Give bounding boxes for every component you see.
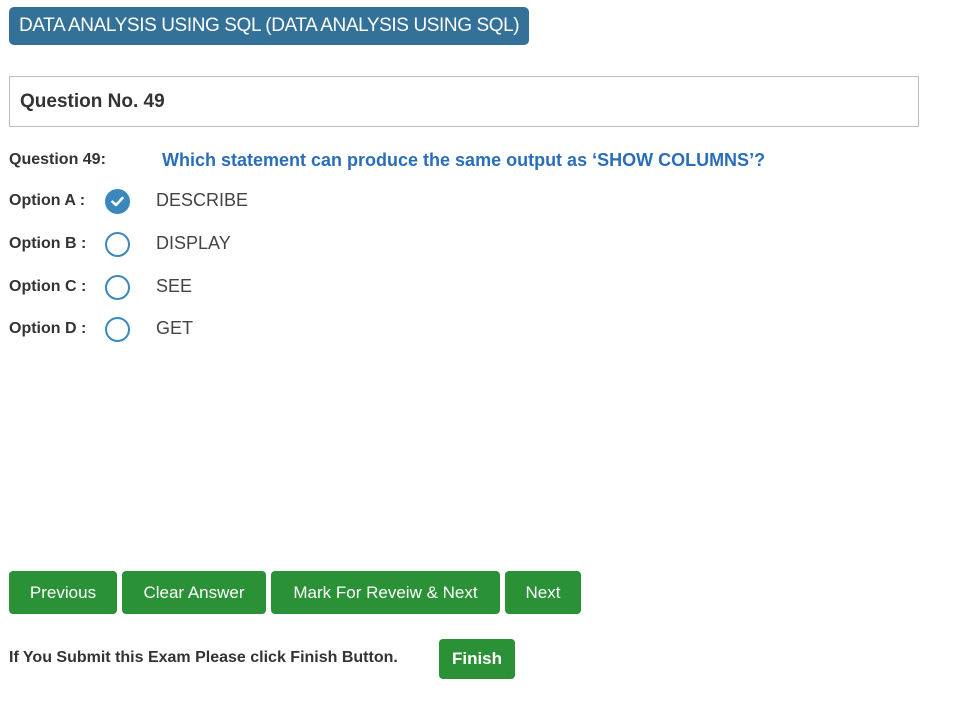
- option-d-label: Option D :: [9, 320, 87, 337]
- option-c-label: Option C :: [9, 278, 87, 295]
- option-c-radio[interactable]: [105, 275, 130, 300]
- option-a-radio-checked[interactable]: [105, 189, 130, 214]
- option-d[interactable]: Option D : GET: [9, 317, 409, 345]
- option-c[interactable]: Option C : SEE: [9, 275, 409, 303]
- next-button[interactable]: Next: [505, 571, 581, 614]
- question-number-heading: Question No. 49: [20, 91, 165, 112]
- mark-review-next-button[interactable]: Mark For Reveiw & Next: [271, 571, 500, 614]
- option-b-text: DISPLAY: [156, 233, 231, 253]
- finish-instruction: If You Submit this Exam Please click Fin…: [9, 649, 398, 666]
- option-a-label: Option A :: [9, 192, 86, 209]
- question-text: Which statement can produce the same out…: [162, 150, 766, 170]
- option-d-radio[interactable]: [105, 317, 130, 342]
- question-number-panel: Question No. 49: [9, 76, 919, 127]
- option-b-label: Option B :: [9, 235, 87, 252]
- finish-button[interactable]: Finish: [439, 639, 515, 679]
- checkmark-icon: [111, 196, 124, 207]
- option-b-radio[interactable]: [105, 232, 130, 257]
- option-a[interactable]: Option A : DESCRIBE: [9, 189, 409, 217]
- option-b[interactable]: Option B : DISPLAY: [9, 232, 409, 260]
- clear-answer-button[interactable]: Clear Answer: [122, 571, 266, 614]
- exam-title: DATA ANALYSIS USING SQL (DATA ANALYSIS U…: [9, 7, 530, 45]
- question-label: Question 49:: [9, 151, 106, 168]
- previous-button[interactable]: Previous: [9, 571, 117, 614]
- option-c-text: SEE: [156, 276, 193, 296]
- option-a-text: DESCRIBE: [156, 190, 249, 210]
- option-d-text: GET: [156, 318, 194, 338]
